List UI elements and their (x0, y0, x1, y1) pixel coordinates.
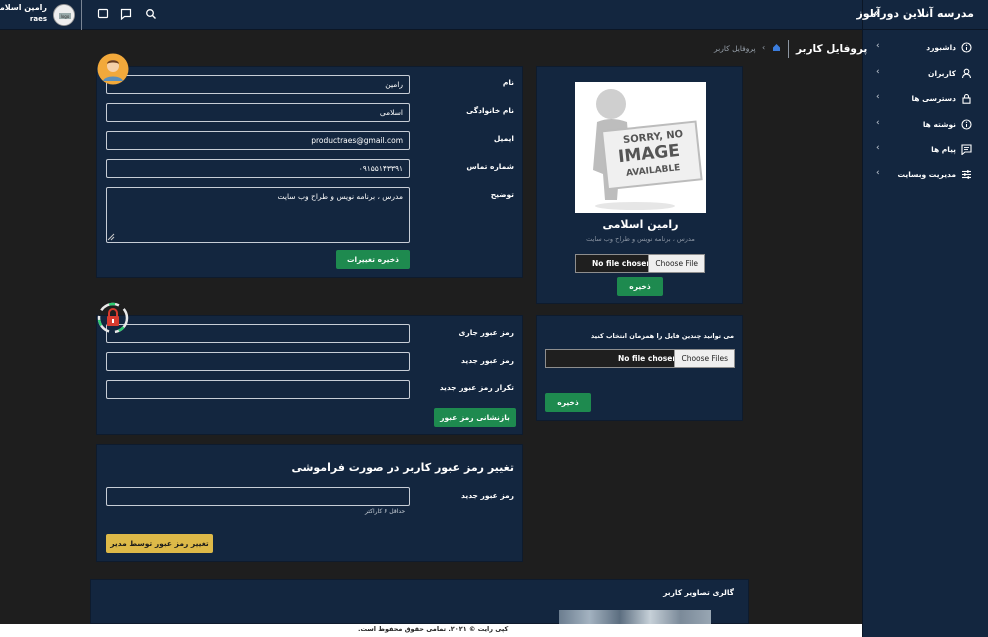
admin-new-password-label: رمز عبور جدید (461, 491, 514, 500)
lock-badge-icon (97, 302, 129, 334)
description-label: توضیح (490, 190, 514, 199)
sliders-icon (962, 170, 971, 179)
first-name-input[interactable]: رامین (106, 75, 410, 94)
sidebar-item-website[interactable]: مدیریت وبسایت ‹ (862, 165, 988, 185)
reset-password-button[interactable]: بازنشانی رمز عبور (434, 408, 516, 427)
message-icon (961, 144, 972, 155)
first-name-label: نام (502, 78, 514, 87)
sidebar: مدرسه آنلاین دورآموز I« داشبورد ‹ کاربرا… (856, 0, 988, 637)
user-icon (961, 68, 972, 79)
admin-change-password-button[interactable]: تغییر رمز عبور توسط مدیر (106, 534, 213, 553)
chevron-left-icon: ‹ (876, 67, 880, 77)
admin-new-password-input[interactable] (106, 487, 410, 506)
chevron-left-icon: ‹ (876, 41, 880, 51)
chevron-left-icon: ‹ (876, 143, 880, 153)
last-name-input[interactable]: اسلامی (106, 103, 410, 122)
user-menu[interactable]: رامین اسلامی raes logo (0, 0, 82, 30)
choose-files-button[interactable]: Choose Files (674, 350, 734, 367)
phone-label: شماره تماس (466, 162, 514, 171)
chevron-left-icon: ‹ (876, 92, 880, 102)
sidebar-item-access[interactable]: دسترسی ها ‹ (862, 89, 988, 109)
multi-file-input[interactable]: No file chosen Choose Files (545, 349, 735, 368)
sidebar-item-label: پیام ها (931, 145, 956, 154)
gallery-panel: گالری تصاویر کاربر (90, 579, 749, 625)
message-icon[interactable] (120, 8, 132, 20)
multi-upload-panel: می توانید چندین فایل را همزمان انتخاب کن… (536, 315, 743, 421)
profile-image: SORRY, NO IMAGE AVAILABLE (575, 82, 706, 213)
profile-card-panel: SORRY, NO IMAGE AVAILABLE رامین اسلامی م… (536, 66, 743, 304)
email-label: ایمیل (493, 134, 514, 143)
no-file-text: No file chosen (592, 259, 652, 268)
sidebar-item-label: داشبورد (926, 43, 956, 52)
forgot-password-panel: تغییر رمز عبور کاربر در صورت فراموشی رمز… (96, 444, 523, 562)
password-panel: رمز عبور جاری رمز عبور جدید تکرار رمز عب… (96, 315, 523, 435)
current-password-input[interactable] (106, 324, 410, 343)
sidebar-item-label: دسترسی ها (911, 94, 956, 103)
profile-image-file-input[interactable]: No file chosen Choose File (575, 254, 705, 273)
sidebar-item-users[interactable]: کاربران ‹ (862, 64, 988, 84)
copyright-text: کپی رایت © ۲۰۲۱. تمامی حقوق محفوظ است. (358, 625, 509, 633)
new-password-label: رمز عبور جدید (461, 356, 514, 365)
last-name-label: نام خانوادگی (466, 106, 514, 115)
multi-upload-note: می توانید چندین فایل را همزمان انتخاب کن… (590, 332, 734, 340)
save-image-button[interactable]: ذخیره (617, 277, 663, 296)
svg-text:logo: logo (61, 14, 70, 19)
top-bar: رامین اسلامی raes logo (0, 0, 862, 30)
profile-name: رامین اسلامی (602, 218, 679, 231)
save-changes-button[interactable]: ذخیره تغییرات (336, 250, 410, 269)
brand: مدرسه آنلاین دورآموز I« (856, 0, 988, 30)
info-icon (961, 119, 972, 130)
sidebar-item-posts[interactable]: نوشته ها ‹ (862, 115, 988, 135)
choose-file-button[interactable]: Choose File (648, 255, 704, 272)
user-avatar: logo (53, 4, 75, 26)
current-password-label: رمز عبور جاری (458, 328, 514, 337)
resize-handle-icon[interactable] (107, 233, 115, 241)
sidebar-item-messages[interactable]: پیام ها ‹ (862, 140, 988, 160)
description-textarea[interactable]: مدرس ، برنامه نویس و طراح وب سایت (106, 187, 410, 243)
gallery-title: گالری تصاویر کاربر (663, 588, 734, 597)
forgot-password-title: تغییر رمز عبور کاربر در صورت فراموشی (291, 461, 514, 474)
repeat-password-input[interactable] (106, 380, 410, 399)
collapse-icon[interactable]: I« (870, 8, 880, 19)
home-icon[interactable] (772, 43, 781, 52)
avatar-icon (97, 53, 129, 85)
no-file-text: No file chosen (618, 354, 678, 363)
lock-icon (962, 93, 971, 104)
sidebar-item-label: مدیریت وبسایت (897, 170, 956, 179)
user-username: raes (29, 15, 47, 23)
footer: کپی رایت © ۲۰۲۱. تمامی حقوق محفوظ است. (0, 624, 862, 637)
gallery-image[interactable] (559, 610, 711, 625)
breadcrumb-divider (788, 40, 789, 58)
page-title: پروفایل کاربر (796, 43, 868, 55)
new-password-input[interactable] (106, 352, 410, 371)
chat-icon[interactable] (97, 8, 109, 20)
sidebar-item-label: نوشته ها (922, 120, 956, 129)
repeat-password-label: تکرار رمز عبور جدید (439, 383, 514, 392)
chevron-left-icon: ‹ (876, 118, 880, 128)
chevron-left-icon: ‹ (762, 43, 766, 52)
breadcrumb-current: پروفایل کاربر (714, 44, 756, 53)
info-icon (961, 42, 972, 53)
chevron-left-icon: ‹ (876, 168, 880, 178)
user-name: رامین اسلامی (0, 3, 47, 12)
sidebar-item-label: کاربران (928, 69, 956, 78)
sidebar-item-dashboard[interactable]: داشبورد ‹ (862, 38, 988, 58)
profile-subtitle: مدرس ، برنامه نویس و طراح وب سایت (586, 235, 695, 243)
email-input[interactable]: productraes@gmail.com (106, 131, 410, 150)
password-hint: حداقل ۶ کاراکتر (365, 508, 406, 515)
profile-form-panel: نام رامین نام خانوادگی اسلامی ایمیل prod… (96, 66, 523, 278)
save-files-button[interactable]: ذخیره (545, 393, 591, 412)
phone-input[interactable]: ۰۹۱۵۵۱۴۳۳۹۱ (106, 159, 410, 178)
search-icon[interactable] (145, 8, 157, 20)
